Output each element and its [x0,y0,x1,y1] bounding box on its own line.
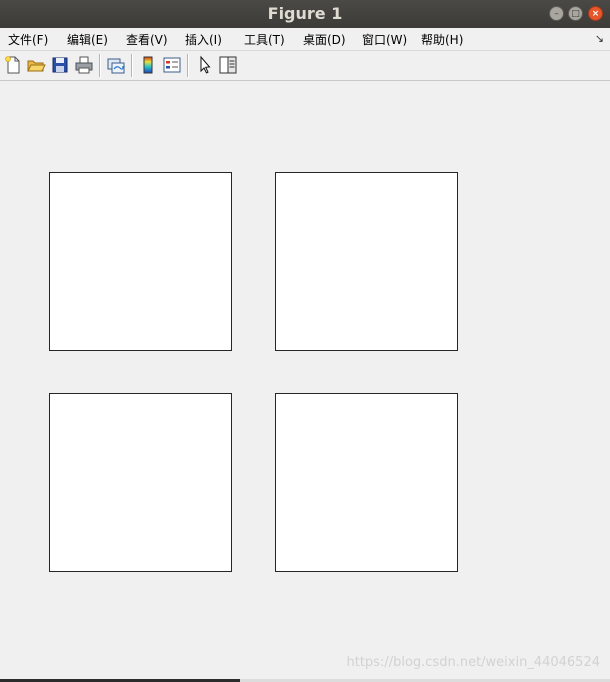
colorbar-button[interactable] [138,55,158,75]
link-plot-icon [107,58,125,74]
menu-insert[interactable]: 插入(I) [185,31,222,48]
axes-top-left[interactable] [49,172,232,351]
print-button[interactable] [74,55,94,75]
figure-canvas[interactable] [0,81,610,679]
window-title: Figure 1 [267,4,343,23]
legend-icon [163,57,181,73]
menu-file[interactable]: 文件(F) [8,31,48,48]
new-figure-icon [5,56,20,74]
title-bar[interactable]: Figure 1 – □ × [0,0,610,28]
open-file-button[interactable] [26,55,46,75]
toolbar-toggle-arrow[interactable]: ↘ [595,32,604,45]
menu-window[interactable]: 窗口(W) [362,31,407,48]
close-icon: × [591,9,600,19]
menu-edit[interactable]: 编辑(E) [67,31,108,48]
colorbar-icon [143,56,153,74]
print-icon [75,56,93,74]
axes-bottom-left[interactable] [49,393,232,572]
save-icon [52,57,68,73]
property-editor-button[interactable] [218,55,238,75]
menu-help[interactable]: 帮助(H) [421,31,463,48]
minimize-button[interactable]: – [549,6,564,21]
toolbar [0,51,610,81]
axes-bottom-right[interactable] [275,393,458,572]
toolbar-separator [187,54,189,77]
save-button[interactable] [50,55,70,75]
open-file-icon [27,60,46,72]
menu-bar: 文件(F) 编辑(E) 查看(V) 插入(I) 工具(T) 桌面(D) 窗口(W… [0,28,610,51]
legend-button[interactable] [162,55,182,75]
minimize-icon: – [554,9,559,19]
pointer-icon [200,55,211,74]
maximize-button[interactable]: □ [568,6,583,21]
toolbar-separator [131,54,133,77]
link-plot-button[interactable] [106,55,126,75]
menu-view[interactable]: 查看(V) [126,31,168,48]
close-button[interactable]: × [588,6,603,21]
menu-tools[interactable]: 工具(T) [244,31,285,48]
axes-top-right[interactable] [275,172,458,351]
menu-desktop[interactable]: 桌面(D) [303,31,346,48]
pointer-button[interactable] [195,55,215,75]
new-figure-button[interactable] [3,55,23,75]
maximize-icon: □ [571,9,580,19]
property-editor-icon [219,56,237,74]
watermark: https://blog.csdn.net/weixin_44046524 [346,655,600,670]
toolbar-separator [99,54,101,77]
